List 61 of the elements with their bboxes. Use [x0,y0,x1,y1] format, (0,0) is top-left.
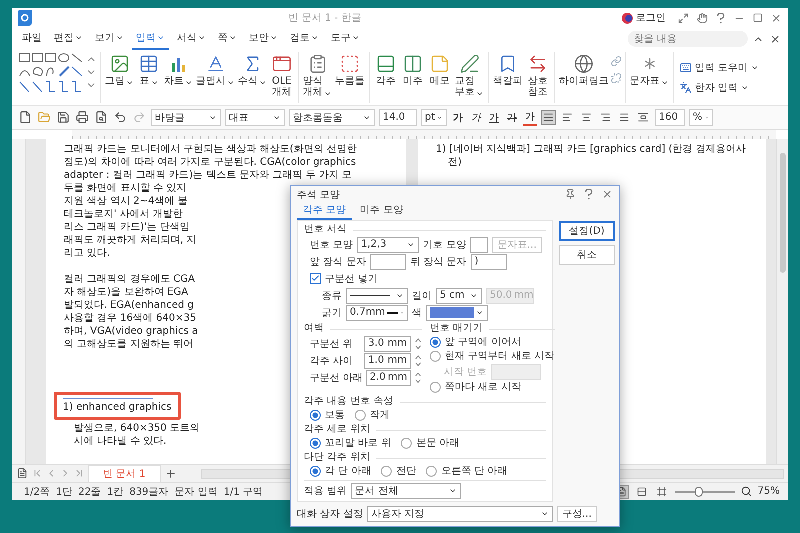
field-label: 구분선 위 [310,338,354,350]
footnote-text: 1) [네이버 지식백과] 그래픽 카드 [graphics card] (한경 경제용어사 [436,143,746,156]
option-label: 현재 구역부터 새로 시작 [445,350,555,363]
section-heading: 번호 서식 [304,224,348,236]
zoom-text: 75% [758,486,780,497]
text-line: 래픽도 깨끗하게 처리되며, 지 [64,234,197,247]
footnote-text: 1) enhanced graphics [63,401,172,414]
section-heading: 다단 각주 위치 [304,452,370,464]
text-line: 정도)의 차이에 따라 여러 가지로 구분된다. CGA(color graphics [64,156,356,169]
text-line: adapter : 컬러 그래픽 카드)는 텍스트 문자와 그래픽 두 가지 모 [64,169,352,182]
footnote-text: 전) [447,156,462,169]
field-label: 기호 모양 [423,238,466,252]
field-label: 대화 상자 설정 [297,508,364,521]
status-text: 문자 입력 [174,486,218,498]
field-label: 구분선 아래 [310,372,362,384]
option-label: 전단 [396,465,416,478]
field-label: 색 [412,306,422,320]
text-line: 발되었다. EGA(enhanced g [64,299,194,312]
text-line: 시에 나타낼 수 있다. [74,435,167,448]
status-text: 839글자 [130,486,169,498]
field-label: 적용 범위 [304,484,348,498]
option-label: 오른쪽 단 아래 [441,465,508,478]
text-line: 그래픽 카드는 모니터에서 구현되는 색상과 해상도(화면의 선명한 [64,143,357,156]
text-line: 테크놀로지' 사에서 개발한 [64,208,184,221]
section-heading: 각주 세로 위치 [304,424,370,436]
option-label: 각 단 아래 [325,465,372,478]
text-line: 지원 색상 역시 2∼4색에 불 [64,195,188,208]
text-line: 컬러 그래픽의 경우에도 CGA [64,273,196,286]
field-label: 길이 [412,290,432,302]
option-label: 꼬리말 바로 위 [325,437,392,450]
field-label: 종류 [322,290,342,302]
text-line: 발생으로, 640×350 도트의 [74,422,200,435]
option-label: 작게 [370,409,390,422]
status-text: 22줄 [78,486,102,498]
text-line: 하며, VGA(video graphics a [64,325,198,338]
field-label: 앞 장식 문자 [310,256,366,268]
status-text: 1칸 [107,486,124,498]
option-label: 앞 구역에 이어서 [445,336,522,349]
status-text: 1단 [56,486,72,498]
section-heading: 번호 매기기 [430,323,484,335]
text-line: 두를 화면에 표시할 수 있지 [64,182,187,195]
status-text: 1/2쪽 [24,486,50,498]
text-line: 리고 있다. [64,247,110,260]
option-label: 보통 [325,409,345,422]
text-line: 리스 그래픽 카드)'는 단색임 [64,221,190,234]
text-line: 사용할 경우 16색에 640×35 [64,312,196,325]
checkbox-label: 구분선 넣기 [325,272,378,286]
status-text: 1/1 구역 [224,486,264,498]
section-heading: 각주 내용 번호 속성 [304,396,394,408]
section-heading: 여백 [304,323,324,335]
text-line: 의 고해상도를 지원하는 뛰어 [64,338,194,351]
dialog-title: 주석 모양 [297,188,342,202]
field-label: 번호 모양 [310,238,354,252]
field-label: 뒤 장식 문자 [410,256,467,268]
option-label: 쪽마다 새로 시작 [445,381,522,394]
option-label: 본문 아래 [416,437,460,450]
window-title: 빈 문서 1 - 한글 [288,12,362,25]
field-label: 각주 사이 [310,354,354,368]
field-label: 시작 번호 [444,366,488,378]
field-label: 굵기 [322,306,342,320]
text-line: 자 해상도)을 보완하여 EGA [64,286,188,299]
